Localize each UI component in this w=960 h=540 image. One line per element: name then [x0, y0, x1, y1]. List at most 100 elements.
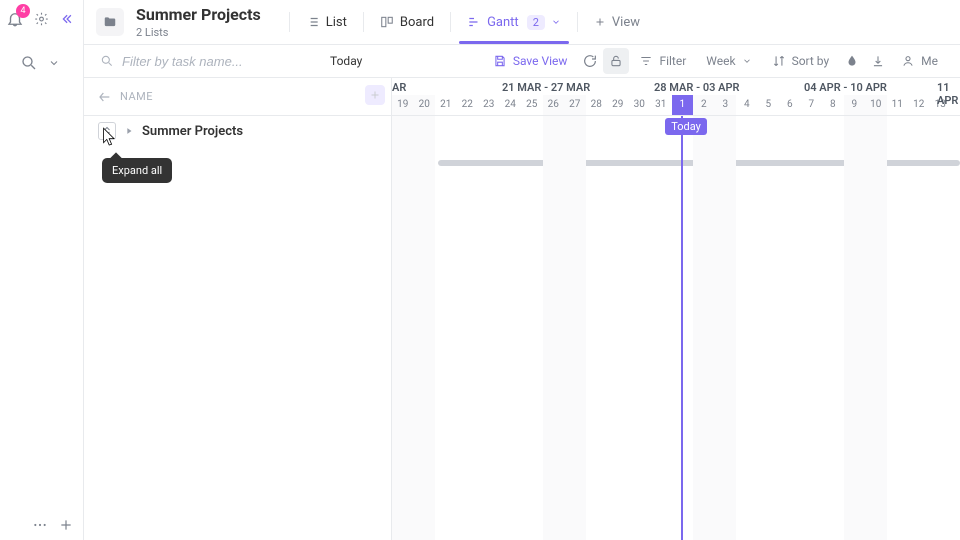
today-badge: Today [665, 118, 707, 135]
page-subtitle: 2 Lists [136, 26, 261, 39]
collapse-sidebar-icon[interactable] [59, 10, 74, 28]
refresh-icon [582, 53, 598, 69]
week-range-label: 28 MAR - 03 APR [654, 81, 740, 94]
expand-icon [101, 125, 113, 137]
folder-icon[interactable] [96, 8, 124, 36]
timeline-header: 1920212223242526272829303112345678910111… [392, 78, 960, 116]
day-cell: 1 [672, 95, 694, 115]
today-line [681, 116, 683, 540]
lock-button[interactable] [603, 48, 629, 74]
main-pane: Summer Projects 2 Lists List Board Gantt… [83, 0, 960, 540]
today-button[interactable]: Today [320, 45, 372, 77]
search-icon[interactable] [20, 54, 38, 72]
project-name[interactable]: Summer Projects [142, 124, 243, 139]
plus-icon[interactable] [58, 516, 74, 534]
day-cell: 10 [865, 95, 887, 115]
tab-gantt-count: 2 [527, 15, 545, 30]
title-block: Summer Projects 2 Lists [136, 5, 261, 39]
header-row: Summer Projects 2 Lists List Board Gantt… [84, 0, 960, 44]
autosave-button[interactable] [577, 48, 603, 74]
expand-all-button[interactable] [98, 122, 116, 140]
gear-icon[interactable] [34, 10, 49, 28]
weekend-column [693, 116, 715, 540]
tab-board[interactable]: Board [368, 0, 446, 44]
day-cell: 5 [758, 95, 780, 115]
day-cell: 28 [586, 95, 608, 115]
day-cell: 9 [844, 95, 866, 115]
add-column-button[interactable] [365, 85, 385, 105]
collapse-left-icon[interactable] [96, 89, 112, 105]
gantt-timeline[interactable]: 1920212223242526272829303112345678910111… [392, 78, 960, 540]
notif-badge: 4 [16, 4, 30, 18]
sort-icon [772, 54, 786, 68]
day-cell: 7 [801, 95, 823, 115]
search-icon [100, 54, 114, 68]
week-range-label: 11 APR [937, 81, 960, 107]
weekend-column [844, 116, 866, 540]
save-icon [493, 54, 507, 68]
toolbar-row: Today Save View Filter Week Sort by [84, 44, 960, 78]
plus-icon [594, 16, 606, 28]
me-button[interactable]: Me [891, 45, 948, 77]
add-view-button[interactable]: View [582, 15, 652, 30]
filter-input[interactable] [122, 54, 292, 69]
day-cell: 31 [650, 95, 672, 115]
save-view-button[interactable]: Save View [483, 45, 578, 77]
more-horizontal-icon[interactable] [32, 516, 48, 534]
day-cell: 11 [887, 95, 909, 115]
color-button[interactable] [839, 48, 865, 74]
download-button[interactable] [865, 48, 891, 74]
droplet-icon [845, 54, 859, 68]
weekend-column [392, 116, 414, 540]
day-cell: 4 [736, 95, 758, 115]
day-cell: 25 [521, 95, 543, 115]
notifications-button[interactable]: 4 [6, 10, 24, 28]
weekend-column [414, 116, 436, 540]
day-cell: 30 [629, 95, 651, 115]
weekend-column [543, 116, 565, 540]
list-icon [306, 15, 320, 29]
gantt-icon [467, 15, 481, 29]
plus-icon [369, 89, 381, 101]
day-cell: 6 [779, 95, 801, 115]
gantt-area: NAME Expand all Summer Projects [84, 78, 960, 540]
gantt-left-panel: NAME Expand all Summer Projects [84, 78, 392, 540]
week-range-label: 21 MAR - 27 MAR [502, 81, 590, 94]
person-icon [901, 54, 915, 68]
app-rail: 4 [0, 0, 80, 540]
day-cell: 12 [908, 95, 930, 115]
week-range-label: 04 APR - 10 APR [804, 81, 887, 94]
day-cell: 27 [564, 95, 586, 115]
expand-tooltip: Expand all [102, 158, 172, 183]
day-cell: 29 [607, 95, 629, 115]
day-cell: 8 [822, 95, 844, 115]
tab-gantt[interactable]: Gantt 2 [455, 0, 573, 44]
lock-open-icon [609, 54, 623, 68]
day-cell: 26 [543, 95, 565, 115]
day-cell: 24 [500, 95, 522, 115]
weekend-column [715, 116, 737, 540]
filter-button[interactable]: Filter [629, 45, 696, 77]
day-cell: 21 [435, 95, 457, 115]
zoom-button[interactable]: Week [696, 45, 761, 77]
tab-list[interactable]: List [294, 0, 359, 44]
day-cell: 2 [693, 95, 715, 115]
chevron-down-icon[interactable] [551, 17, 561, 27]
sortby-button[interactable]: Sort by [762, 45, 840, 77]
project-row: Expand all Summer Projects [84, 116, 391, 146]
chevron-down-icon[interactable] [48, 54, 60, 72]
left-column-header: NAME [84, 78, 391, 116]
day-cell: 20 [414, 95, 436, 115]
day-cell: 23 [478, 95, 500, 115]
download-icon [871, 54, 885, 68]
week-range-label: AR [392, 81, 406, 94]
day-cell: 3 [715, 95, 737, 115]
chevron-down-icon [742, 56, 752, 66]
weekend-column [865, 116, 887, 540]
caret-right-icon[interactable] [124, 126, 134, 136]
filter-icon [639, 54, 653, 68]
day-cell: 22 [457, 95, 479, 115]
page-title: Summer Projects [136, 5, 261, 24]
board-icon [380, 15, 394, 29]
weekend-column [564, 116, 586, 540]
